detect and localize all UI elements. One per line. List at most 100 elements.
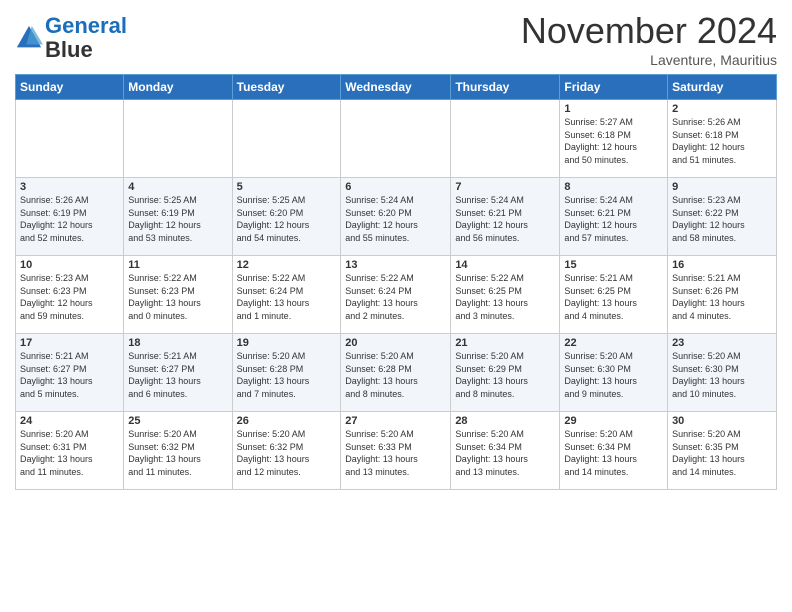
- day-number: 25: [128, 415, 227, 427]
- day-info: Sunrise: 5:27 AM Sunset: 6:18 PM Dayligh…: [564, 116, 663, 166]
- day-info: Sunrise: 5:25 AM Sunset: 6:19 PM Dayligh…: [128, 194, 227, 244]
- day-info: Sunrise: 5:22 AM Sunset: 6:24 PM Dayligh…: [237, 272, 337, 322]
- calendar-day-cell: 19Sunrise: 5:20 AM Sunset: 6:28 PM Dayli…: [232, 334, 341, 412]
- day-number: 28: [455, 415, 555, 427]
- calendar-day-cell: [124, 100, 232, 178]
- calendar-day-cell: 13Sunrise: 5:22 AM Sunset: 6:24 PM Dayli…: [341, 256, 451, 334]
- calendar-day-cell: 18Sunrise: 5:21 AM Sunset: 6:27 PM Dayli…: [124, 334, 232, 412]
- day-info: Sunrise: 5:20 AM Sunset: 6:28 PM Dayligh…: [237, 350, 337, 400]
- day-info: Sunrise: 5:22 AM Sunset: 6:23 PM Dayligh…: [128, 272, 227, 322]
- day-info: Sunrise: 5:20 AM Sunset: 6:28 PM Dayligh…: [345, 350, 446, 400]
- day-info: Sunrise: 5:20 AM Sunset: 6:34 PM Dayligh…: [564, 428, 663, 478]
- calendar-day-cell: 4Sunrise: 5:25 AM Sunset: 6:19 PM Daylig…: [124, 178, 232, 256]
- calendar-week-row: 10Sunrise: 5:23 AM Sunset: 6:23 PM Dayli…: [16, 256, 777, 334]
- day-info: Sunrise: 5:20 AM Sunset: 6:34 PM Dayligh…: [455, 428, 555, 478]
- calendar-header-row: SundayMondayTuesdayWednesdayThursdayFrid…: [16, 75, 777, 100]
- month-title: November 2024: [521, 10, 777, 52]
- page-header: General Blue November 2024 Laventure, Ma…: [15, 10, 777, 68]
- calendar-day-cell: 15Sunrise: 5:21 AM Sunset: 6:25 PM Dayli…: [560, 256, 668, 334]
- day-info: Sunrise: 5:20 AM Sunset: 6:35 PM Dayligh…: [672, 428, 772, 478]
- day-info: Sunrise: 5:20 AM Sunset: 6:30 PM Dayligh…: [564, 350, 663, 400]
- calendar-day-cell: 5Sunrise: 5:25 AM Sunset: 6:20 PM Daylig…: [232, 178, 341, 256]
- day-number: 5: [237, 181, 337, 193]
- calendar-day-cell: 30Sunrise: 5:20 AM Sunset: 6:35 PM Dayli…: [668, 412, 777, 490]
- calendar-day-cell: [232, 100, 341, 178]
- logo-icon: [15, 24, 43, 52]
- calendar-day-cell: 2Sunrise: 5:26 AM Sunset: 6:18 PM Daylig…: [668, 100, 777, 178]
- day-info: Sunrise: 5:21 AM Sunset: 6:27 PM Dayligh…: [20, 350, 119, 400]
- day-number: 9: [672, 181, 772, 193]
- weekday-header: Sunday: [16, 75, 124, 100]
- day-info: Sunrise: 5:22 AM Sunset: 6:25 PM Dayligh…: [455, 272, 555, 322]
- calendar-day-cell: 29Sunrise: 5:20 AM Sunset: 6:34 PM Dayli…: [560, 412, 668, 490]
- day-number: 26: [237, 415, 337, 427]
- weekday-header: Monday: [124, 75, 232, 100]
- calendar-day-cell: 20Sunrise: 5:20 AM Sunset: 6:28 PM Dayli…: [341, 334, 451, 412]
- calendar-day-cell: 23Sunrise: 5:20 AM Sunset: 6:30 PM Dayli…: [668, 334, 777, 412]
- day-info: Sunrise: 5:20 AM Sunset: 6:30 PM Dayligh…: [672, 350, 772, 400]
- day-info: Sunrise: 5:23 AM Sunset: 6:22 PM Dayligh…: [672, 194, 772, 244]
- logo: General Blue: [15, 14, 127, 62]
- day-number: 29: [564, 415, 663, 427]
- day-info: Sunrise: 5:24 AM Sunset: 6:21 PM Dayligh…: [564, 194, 663, 244]
- weekday-header: Tuesday: [232, 75, 341, 100]
- day-info: Sunrise: 5:22 AM Sunset: 6:24 PM Dayligh…: [345, 272, 446, 322]
- day-number: 6: [345, 181, 446, 193]
- weekday-header: Thursday: [451, 75, 560, 100]
- calendar-day-cell: 1Sunrise: 5:27 AM Sunset: 6:18 PM Daylig…: [560, 100, 668, 178]
- day-number: 30: [672, 415, 772, 427]
- day-number: 14: [455, 259, 555, 271]
- day-number: 7: [455, 181, 555, 193]
- location: Laventure, Mauritius: [521, 52, 777, 68]
- calendar-week-row: 3Sunrise: 5:26 AM Sunset: 6:19 PM Daylig…: [16, 178, 777, 256]
- day-info: Sunrise: 5:23 AM Sunset: 6:23 PM Dayligh…: [20, 272, 119, 322]
- day-number: 27: [345, 415, 446, 427]
- day-info: Sunrise: 5:26 AM Sunset: 6:18 PM Dayligh…: [672, 116, 772, 166]
- day-info: Sunrise: 5:24 AM Sunset: 6:21 PM Dayligh…: [455, 194, 555, 244]
- calendar-day-cell: 12Sunrise: 5:22 AM Sunset: 6:24 PM Dayli…: [232, 256, 341, 334]
- day-info: Sunrise: 5:21 AM Sunset: 6:26 PM Dayligh…: [672, 272, 772, 322]
- calendar-week-row: 1Sunrise: 5:27 AM Sunset: 6:18 PM Daylig…: [16, 100, 777, 178]
- calendar-day-cell: 14Sunrise: 5:22 AM Sunset: 6:25 PM Dayli…: [451, 256, 560, 334]
- calendar-day-cell: 10Sunrise: 5:23 AM Sunset: 6:23 PM Dayli…: [16, 256, 124, 334]
- day-number: 16: [672, 259, 772, 271]
- day-number: 18: [128, 337, 227, 349]
- weekday-header: Friday: [560, 75, 668, 100]
- day-number: 8: [564, 181, 663, 193]
- day-number: 21: [455, 337, 555, 349]
- day-number: 19: [237, 337, 337, 349]
- day-info: Sunrise: 5:20 AM Sunset: 6:32 PM Dayligh…: [237, 428, 337, 478]
- weekday-header: Saturday: [668, 75, 777, 100]
- day-info: Sunrise: 5:20 AM Sunset: 6:32 PM Dayligh…: [128, 428, 227, 478]
- weekday-header: Wednesday: [341, 75, 451, 100]
- day-info: Sunrise: 5:21 AM Sunset: 6:25 PM Dayligh…: [564, 272, 663, 322]
- calendar-day-cell: 8Sunrise: 5:24 AM Sunset: 6:21 PM Daylig…: [560, 178, 668, 256]
- calendar-week-row: 24Sunrise: 5:20 AM Sunset: 6:31 PM Dayli…: [16, 412, 777, 490]
- day-number: 4: [128, 181, 227, 193]
- calendar-day-cell: 11Sunrise: 5:22 AM Sunset: 6:23 PM Dayli…: [124, 256, 232, 334]
- calendar-day-cell: 21Sunrise: 5:20 AM Sunset: 6:29 PM Dayli…: [451, 334, 560, 412]
- calendar-day-cell: 25Sunrise: 5:20 AM Sunset: 6:32 PM Dayli…: [124, 412, 232, 490]
- calendar-day-cell: 3Sunrise: 5:26 AM Sunset: 6:19 PM Daylig…: [16, 178, 124, 256]
- logo-text: General Blue: [45, 14, 127, 62]
- calendar-day-cell: 16Sunrise: 5:21 AM Sunset: 6:26 PM Dayli…: [668, 256, 777, 334]
- day-info: Sunrise: 5:20 AM Sunset: 6:33 PM Dayligh…: [345, 428, 446, 478]
- title-section: November 2024 Laventure, Mauritius: [521, 10, 777, 68]
- day-number: 24: [20, 415, 119, 427]
- day-number: 20: [345, 337, 446, 349]
- day-number: 11: [128, 259, 227, 271]
- calendar-day-cell: 9Sunrise: 5:23 AM Sunset: 6:22 PM Daylig…: [668, 178, 777, 256]
- day-info: Sunrise: 5:21 AM Sunset: 6:27 PM Dayligh…: [128, 350, 227, 400]
- calendar-week-row: 17Sunrise: 5:21 AM Sunset: 6:27 PM Dayli…: [16, 334, 777, 412]
- day-number: 2: [672, 103, 772, 115]
- calendar-day-cell: 27Sunrise: 5:20 AM Sunset: 6:33 PM Dayli…: [341, 412, 451, 490]
- day-number: 22: [564, 337, 663, 349]
- day-info: Sunrise: 5:25 AM Sunset: 6:20 PM Dayligh…: [237, 194, 337, 244]
- day-number: 15: [564, 259, 663, 271]
- day-info: Sunrise: 5:20 AM Sunset: 6:31 PM Dayligh…: [20, 428, 119, 478]
- calendar-day-cell: 28Sunrise: 5:20 AM Sunset: 6:34 PM Dayli…: [451, 412, 560, 490]
- day-info: Sunrise: 5:26 AM Sunset: 6:19 PM Dayligh…: [20, 194, 119, 244]
- calendar-day-cell: 24Sunrise: 5:20 AM Sunset: 6:31 PM Dayli…: [16, 412, 124, 490]
- calendar-table: SundayMondayTuesdayWednesdayThursdayFrid…: [15, 74, 777, 490]
- day-number: 1: [564, 103, 663, 115]
